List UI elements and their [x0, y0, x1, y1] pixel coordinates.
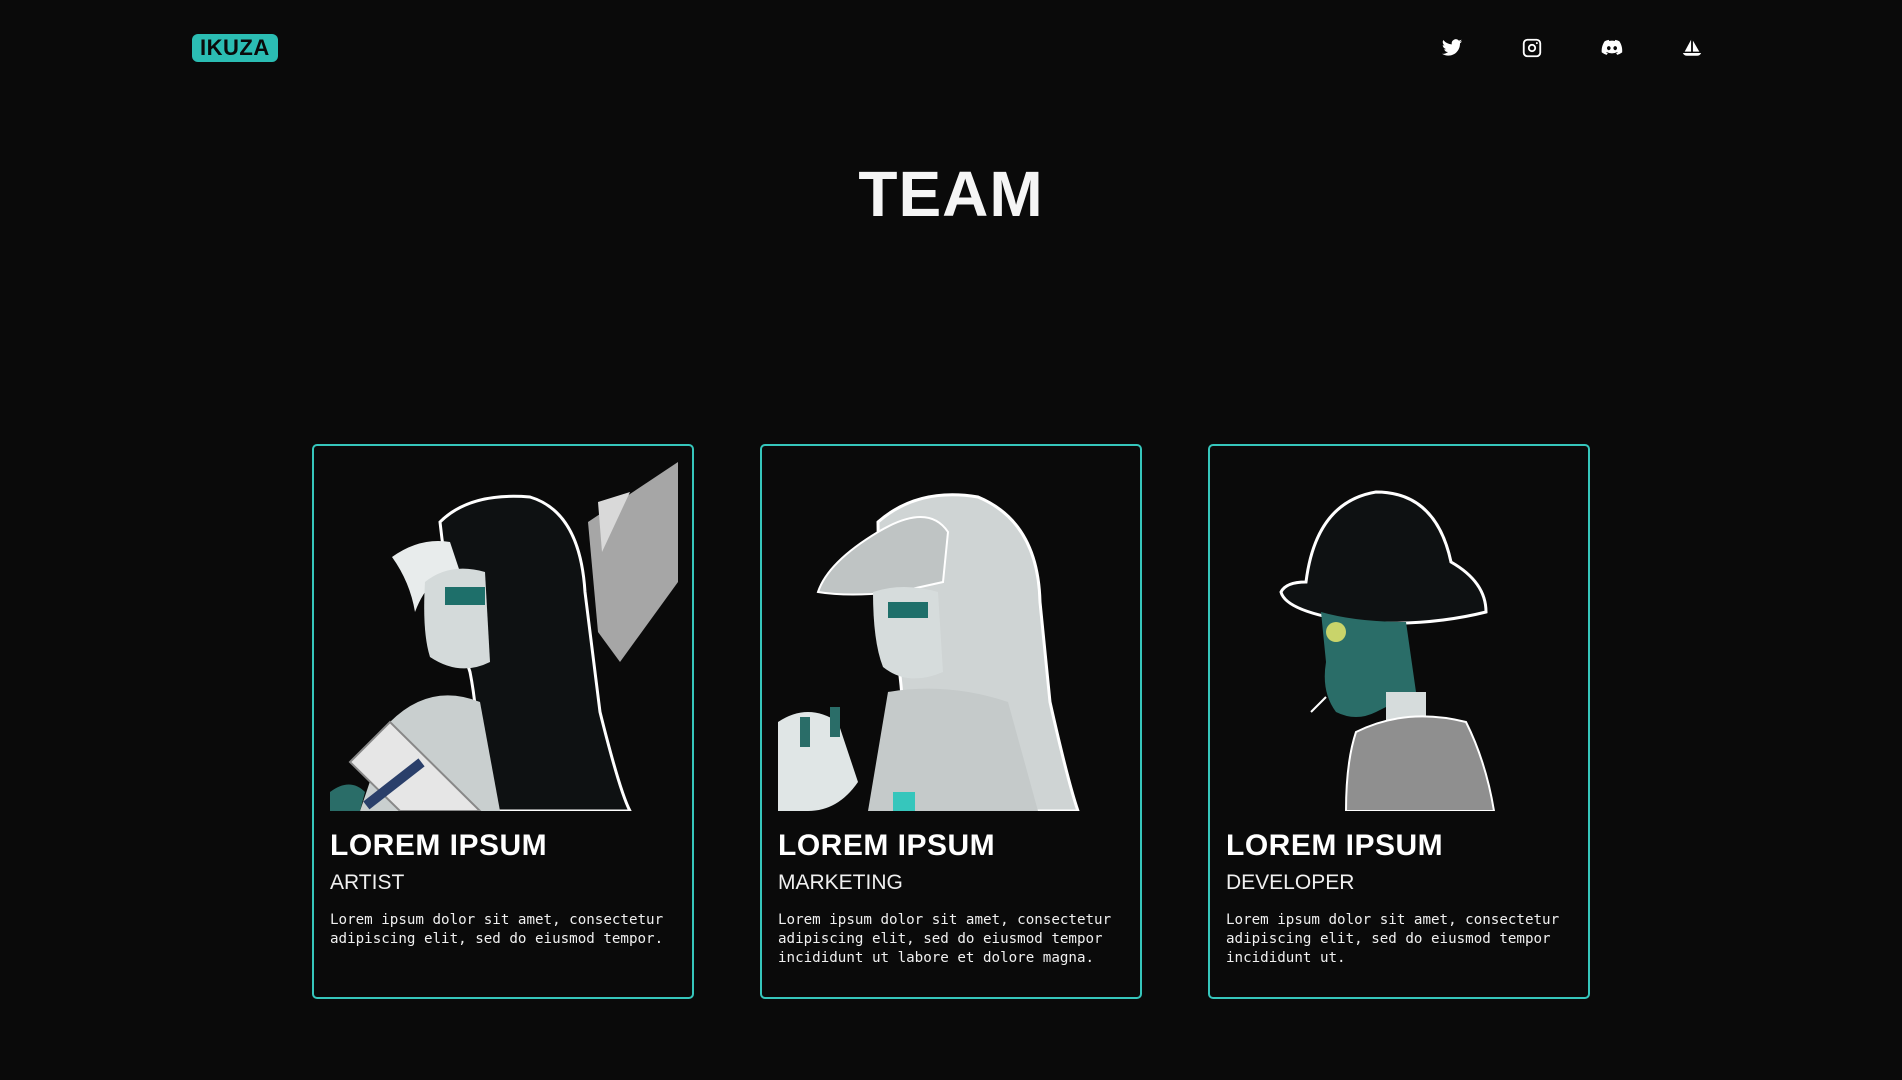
member-name: LOREM IPSUM [1226, 829, 1444, 862]
member-role: ARTIST [330, 871, 405, 894]
ikuza-logo[interactable]: IKUZA [192, 34, 278, 62]
member-description: Lorem ipsum dolor sit amet, consectetur … [330, 912, 664, 947]
member-role: MARKETING [778, 871, 903, 894]
team-card-developer: LOREM IPSUM DEVELOPER Lorem ipsum dolor … [1208, 444, 1590, 999]
artist-portrait-image [330, 462, 678, 811]
twitter-icon[interactable] [1438, 34, 1466, 62]
marketing-portrait-image [778, 462, 1126, 811]
member-role: DEVELOPER [1226, 871, 1355, 894]
member-name: LOREM IPSUM [330, 829, 548, 862]
top-navigation: IKUZA [0, 0, 1902, 96]
member-name: LOREM IPSUM [778, 829, 996, 862]
opensea-icon[interactable] [1678, 34, 1706, 62]
instagram-icon[interactable] [1518, 34, 1546, 62]
page-title: TEAM [858, 158, 1044, 230]
discord-icon[interactable] [1598, 34, 1626, 62]
team-card-artist: LOREM IPSUM ARTIST Lorem ipsum dolor sit… [312, 444, 694, 999]
member-description: Lorem ipsum dolor sit amet, consectetur … [778, 912, 1112, 966]
member-description: Lorem ipsum dolor sit amet, consectetur … [1226, 912, 1560, 966]
developer-portrait-image [1226, 462, 1574, 811]
team-card-marketing: LOREM IPSUM MARKETING Lorem ipsum dolor … [760, 444, 1142, 999]
